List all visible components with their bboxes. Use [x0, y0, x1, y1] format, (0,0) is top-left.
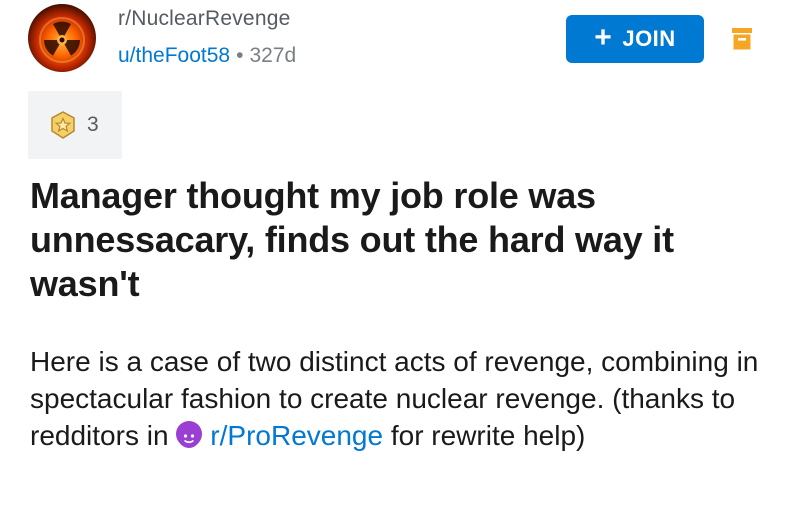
award-star-icon [51, 111, 75, 139]
join-button[interactable]: + JOIN [566, 15, 704, 63]
post-title[interactable]: Manager thought my job role was unnessac… [30, 174, 770, 306]
subreddit-avatar[interactable] [28, 4, 96, 72]
radiation-explosion-icon [39, 17, 85, 63]
awards-chip[interactable]: 3 [28, 91, 122, 159]
prorevenge-link[interactable]: r/ProRevenge [210, 420, 383, 451]
join-label: JOIN [622, 26, 676, 51]
post-meta: u/theFoot58 • 327d [118, 44, 296, 68]
post-body: Here is a case of two distinct acts of r… [30, 343, 770, 454]
meta-separator: • [236, 44, 244, 67]
archive-icon[interactable] [731, 27, 753, 51]
subreddit-name[interactable]: r/NuclearRevenge [118, 7, 290, 31]
devil-face-icon [176, 421, 203, 448]
award-count: 3 [87, 113, 99, 136]
post-card: r/NuclearRevenge u/theFoot58 • 327d + JOIN… [0, 0, 800, 528]
author-link[interactable]: u/theFoot58 [118, 44, 230, 67]
plus-icon: + [594, 21, 613, 54]
body-text-part2: for rewrite help) [383, 420, 586, 451]
post-age: 327d [249, 44, 297, 67]
